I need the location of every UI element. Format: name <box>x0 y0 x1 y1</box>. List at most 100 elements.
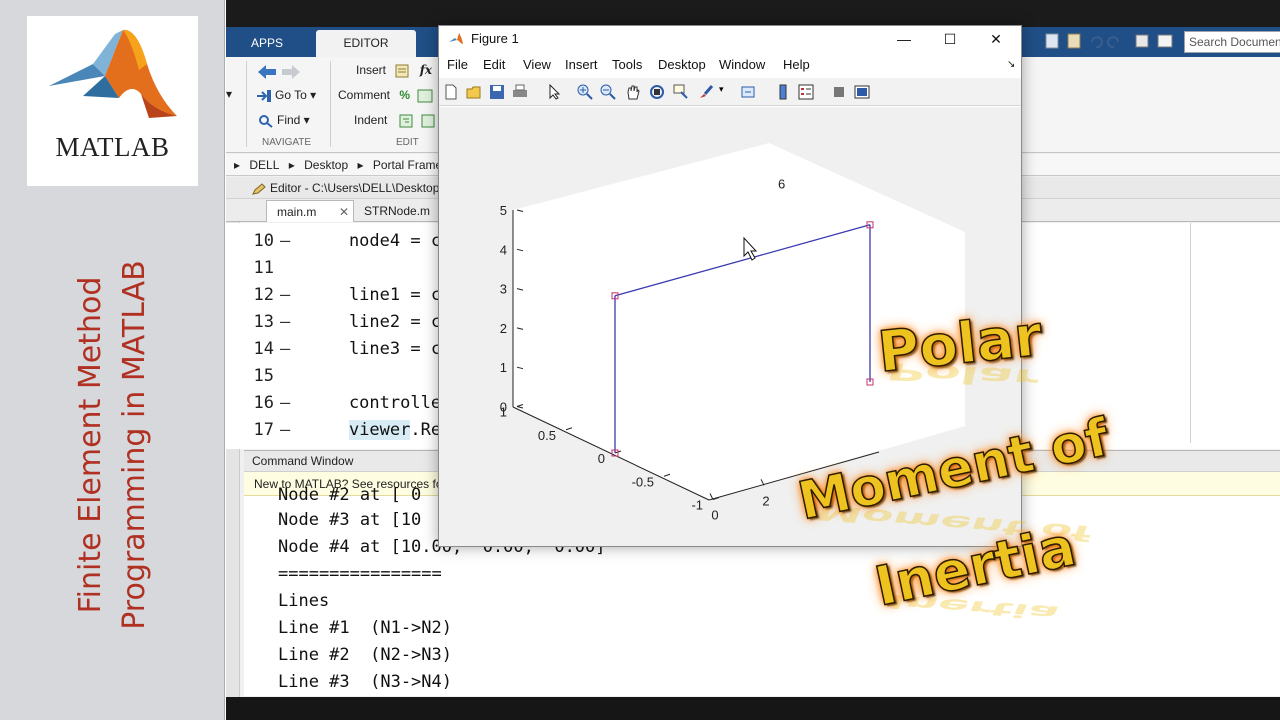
y-tick-label: -1 <box>691 498 703 513</box>
brush-dropdown-icon[interactable]: ▾ <box>719 84 724 95</box>
code-text: line3 = co <box>308 339 452 359</box>
z-tick-label: 1 <box>500 360 507 375</box>
search-documentation-input[interactable]: Search Documentation <box>1184 31 1280 53</box>
output-line: Line #3 (N3->N4) <box>278 672 452 692</box>
code-text: line2 = co <box>308 312 452 332</box>
rotate-icon[interactable] <box>649 84 665 100</box>
indent-button[interactable]: Indent <box>354 113 440 128</box>
course-title-line1: Finite Element Method <box>73 276 108 614</box>
matlab-logo: MATLAB <box>27 16 198 186</box>
legend-icon[interactable] <box>798 84 814 100</box>
menu-file[interactable]: File <box>447 53 468 77</box>
goto-label: Go To <box>275 88 307 102</box>
find-button[interactable]: Find ▾ <box>258 113 310 128</box>
indent-label: Indent <box>354 113 388 127</box>
wrap-comments-icon <box>417 89 433 103</box>
find-label: Find <box>277 113 301 127</box>
line-number: 15 <box>253 366 274 386</box>
figure-titlebar[interactable]: Figure 1 — ☐ ✕ <box>439 26 1021 52</box>
menu-view[interactable]: View <box>523 53 551 77</box>
menu-help[interactable]: Help <box>783 53 810 77</box>
insert-button[interactable]: Insert fx <box>356 63 432 78</box>
breadcrumb-arrow-icon: ▸ <box>357 158 364 172</box>
colorbar-icon[interactable] <box>775 84 791 100</box>
breakpoint-marker[interactable]: — <box>274 228 308 255</box>
save-icon[interactable] <box>489 84 505 100</box>
output-line: Line #2 (N2->N3) <box>278 645 452 665</box>
breakpoint-marker[interactable]: — <box>274 309 308 336</box>
figure-menubar: File Edit View Insert Tools Desktop Wind… <box>439 53 1021 77</box>
new-figure-icon[interactable] <box>443 84 459 100</box>
show-plot-tools-icon[interactable] <box>854 84 870 100</box>
output-line: Node #2 at [ 0 <box>278 485 422 505</box>
output-line: Node #3 at [10 <box>278 510 422 530</box>
function-fx-icon[interactable]: fx <box>420 63 432 77</box>
breadcrumb-item-desktop[interactable]: Desktop <box>304 158 348 172</box>
comment-button[interactable]: Comment % <box>338 88 436 103</box>
breadcrumb-item-portal-frame[interactable]: Portal Frame <box>373 158 442 172</box>
breakpoint-marker[interactable]: — <box>274 282 308 309</box>
breakpoint-marker[interactable]: — <box>274 336 308 363</box>
breadcrumb-item-dell[interactable]: DELL <box>249 158 279 172</box>
code-line: 17— viewer.Re <box>248 417 441 444</box>
breakpoint-marker[interactable]: — <box>274 390 308 417</box>
breadcrumb-arrow-icon: ▸ <box>234 158 241 172</box>
pane-divider[interactable] <box>1190 223 1191 443</box>
output-line: Lines <box>278 591 330 611</box>
output-line: ================ <box>278 564 442 584</box>
print-icon[interactable] <box>512 84 528 100</box>
line-number: 12 <box>253 285 274 305</box>
tab-apps[interactable]: APPS <box>226 30 308 57</box>
menu-tools[interactable]: Tools <box>612 53 642 77</box>
breakpoint-marker[interactable]: — <box>274 417 308 444</box>
menu-window[interactable]: Window <box>719 53 765 77</box>
matlab-figure-icon <box>449 33 463 44</box>
link-icon[interactable] <box>741 84 757 100</box>
output-line: Line #1 (N1->N2) <box>278 618 452 638</box>
z-tick-label: 5 <box>500 203 507 218</box>
smart-indent-icon <box>399 114 413 128</box>
comment-percent-icon[interactable]: % <box>399 88 410 102</box>
line-number: 14 <box>253 339 274 359</box>
zoom-in-icon[interactable] <box>577 84 593 100</box>
maximize-button[interactable]: ☐ <box>927 26 973 52</box>
tab-strnode-m[interactable]: STRNode.m <box>354 200 450 222</box>
data-cursor-icon[interactable] <box>673 84 689 100</box>
y-tick-label: -0.5 <box>632 474 654 489</box>
open-icon[interactable] <box>466 84 482 100</box>
menu-edit[interactable]: Edit <box>483 53 505 77</box>
hide-plot-tools-icon[interactable] <box>831 84 847 100</box>
menu-insert[interactable]: Insert <box>565 53 598 77</box>
tab-editor[interactable]: EDITOR <box>316 30 416 57</box>
brush-icon[interactable] <box>698 84 714 100</box>
code-text: .Re <box>410 420 442 440</box>
quick-access-toolbar <box>1042 30 1182 52</box>
ribbon-dropdown-arrow[interactable]: ▾ <box>226 87 232 101</box>
pointer-icon[interactable] <box>547 84 563 100</box>
goto-button[interactable]: Go To ▾ <box>256 88 316 103</box>
pan-icon[interactable] <box>625 84 641 100</box>
close-tab-icon[interactable]: ✕ <box>339 201 349 223</box>
line-number: 13 <box>253 312 274 332</box>
code-text: controlle <box>308 393 442 413</box>
course-banner: MATLAB Finite Element Method Programming… <box>0 0 225 720</box>
close-button[interactable]: ✕ <box>973 26 1019 52</box>
edit-group-label: EDIT <box>396 137 419 148</box>
increase-indent-icon <box>421 114 435 128</box>
code-text: line1 = co <box>308 285 452 305</box>
dock-arrow-icon[interactable]: ↘ <box>1007 53 1015 77</box>
menu-desktop[interactable]: Desktop <box>658 53 706 77</box>
zoom-out-icon[interactable] <box>600 84 616 100</box>
code-line: 15 <box>248 363 308 390</box>
back-forward-icon <box>258 65 300 79</box>
code-line: 13— line2 = co <box>248 309 452 336</box>
navigate-group-label: NAVIGATE <box>262 137 312 148</box>
tab-main-m[interactable]: main.m ✕ <box>266 200 354 222</box>
quick-access-icons[interactable] <box>1042 30 1182 52</box>
code-line: 12— line1 = co <box>248 282 452 309</box>
minimize-button[interactable]: — <box>881 26 927 52</box>
figure-toolbar: ▾ <box>439 78 1021 106</box>
back-forward-buttons[interactable] <box>256 63 302 84</box>
comment-label: Comment <box>338 88 391 102</box>
course-title-line2: Programming in MATLAB <box>117 260 152 630</box>
